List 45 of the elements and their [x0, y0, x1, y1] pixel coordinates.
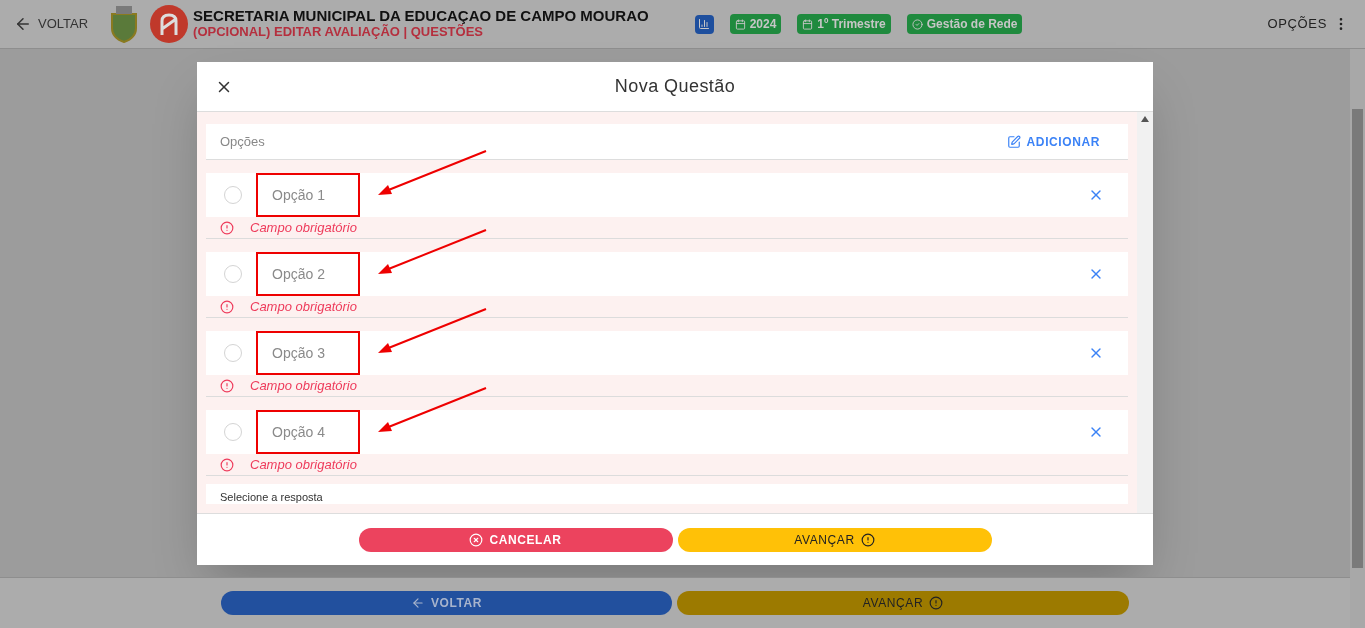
- error-message: Campo obrigatório: [250, 297, 357, 316]
- advance-button[interactable]: AVANÇAR: [677, 527, 992, 552]
- alert-icon: [860, 532, 875, 547]
- filter-badge[interactable]: 2024: [729, 14, 782, 34]
- option-input[interactable]: Opção 2: [256, 252, 360, 296]
- page-title: SECRETARIA MUNICIPAL DA EDUCAÇAO DE CAMPO MOURAO: [193, 8, 649, 24]
- radio-button[interactable]: [224, 265, 242, 283]
- options-menu[interactable]: OPÇÕES: [1267, 14, 1349, 34]
- calendar-icon: [802, 18, 814, 30]
- page-scrollbar[interactable]: [1350, 49, 1365, 628]
- add-button[interactable]: ADICIONAR: [1006, 132, 1100, 151]
- error-icon: [220, 299, 234, 314]
- filter-badge[interactable]: Gestão de Rede: [906, 14, 1023, 34]
- cancel-icon: [469, 532, 484, 547]
- logo-icon: [150, 5, 189, 43]
- option-input[interactable]: Opção 3: [256, 331, 360, 375]
- cancel-button[interactable]: CANCELAR: [358, 527, 673, 552]
- back-button[interactable]: VOLTAR: [221, 591, 672, 615]
- radio-button[interactable]: [224, 344, 242, 362]
- back-button[interactable]: VOLTAR: [14, 14, 89, 34]
- alert-icon: [929, 596, 944, 610]
- scrollbar[interactable]: [1137, 112, 1153, 513]
- section-label: Opções: [220, 132, 265, 151]
- error-message: Campo obrigatório: [250, 218, 357, 237]
- error-icon: [220, 457, 234, 472]
- section-label: Selecione a resposta: [220, 490, 323, 504]
- scroll-up-icon[interactable]: [1141, 116, 1149, 122]
- modal-title: Nova Questão: [613, 75, 737, 98]
- error-icon: [220, 378, 234, 393]
- advance-button[interactable]: AVANÇAR: [677, 591, 1129, 615]
- edit-icon: [1006, 134, 1021, 149]
- error-message: Campo obrigatório: [250, 376, 357, 395]
- back-arrow-icon: [410, 596, 425, 610]
- error-icon: [220, 220, 234, 235]
- radio-button[interactable]: [224, 186, 242, 204]
- calendar-icon: [734, 18, 746, 30]
- option-input[interactable]: Opção 4: [256, 410, 360, 454]
- option-input[interactable]: Opção 1: [256, 173, 360, 217]
- bar-chart-glyph-icon: [698, 18, 711, 30]
- chart-icon[interactable]: [694, 14, 714, 34]
- radio-button[interactable]: [224, 423, 242, 441]
- page-subtitle: (OPCIONAL) EDITAR AVALIAÇÃO | QUESTÕES: [193, 24, 484, 40]
- check-icon: [911, 18, 923, 30]
- error-message: Campo obrigatório: [250, 455, 357, 474]
- filter-badge[interactable]: 1º Trimestre: [797, 14, 891, 34]
